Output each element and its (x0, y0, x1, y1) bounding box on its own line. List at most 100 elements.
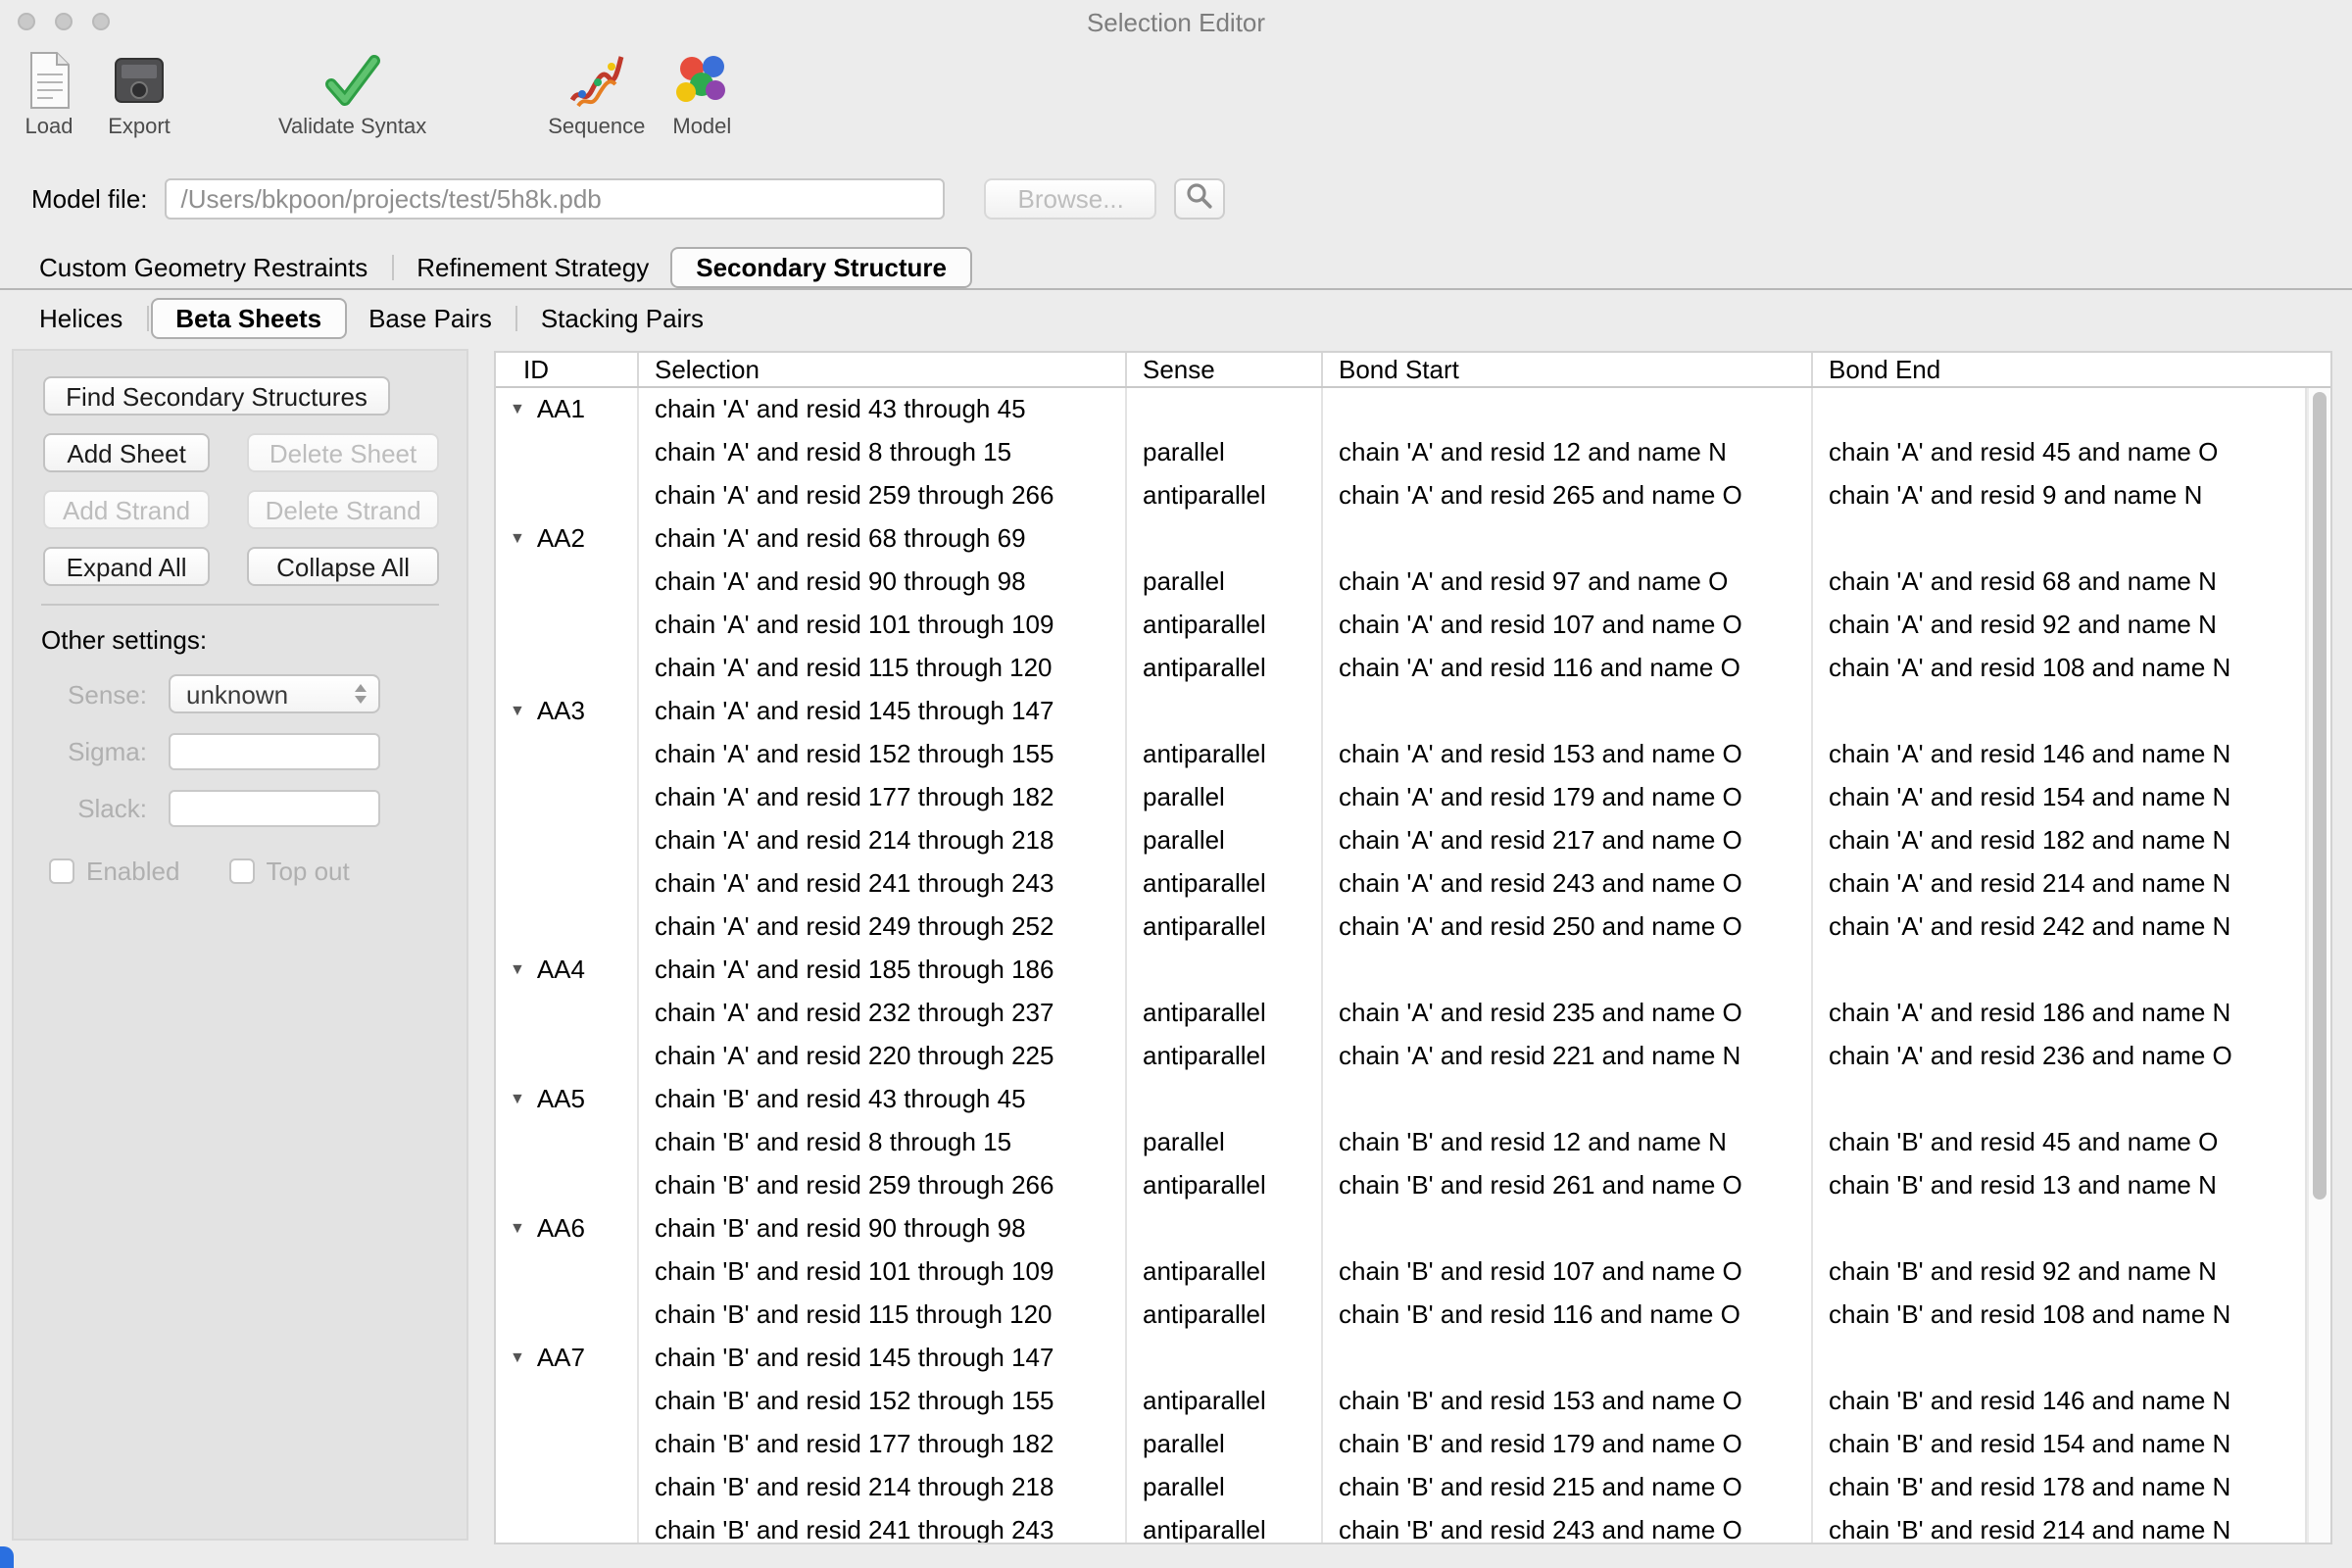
tab-custom-geometry-restraints[interactable]: Custom Geometry Restraints (18, 248, 389, 285)
close-window-icon[interactable] (18, 13, 35, 30)
minimize-window-icon[interactable] (55, 13, 73, 30)
table-row[interactable]: chain 'B' and resid 259 through 266antip… (496, 1164, 2307, 1207)
cell-bond-end: chain 'A' and resid 154 and name N (1813, 776, 2307, 819)
table-group-row[interactable]: ▼AA1chain 'A' and resid 43 through 45 (496, 388, 2307, 431)
table-row[interactable]: chain 'A' and resid 177 through 182paral… (496, 776, 2307, 819)
validate-syntax-button[interactable]: Validate Syntax (278, 47, 426, 139)
tab-stacking-pairs[interactable]: Stacking Pairs (519, 300, 725, 337)
cell-selection: chain 'B' and resid 43 through 45 (639, 1078, 1127, 1121)
table-row[interactable]: chain 'A' and resid 101 through 109antip… (496, 604, 2307, 647)
column-header-id[interactable]: ID (496, 353, 639, 386)
cell-bond-end: chain 'A' and resid 146 and name N (1813, 733, 2307, 776)
table-row[interactable]: chain 'A' and resid 241 through 243antip… (496, 862, 2307, 906)
table-row[interactable]: chain 'A' and resid 152 through 155antip… (496, 733, 2307, 776)
tab-beta-sheets[interactable]: Beta Sheets (150, 298, 347, 339)
model-button[interactable]: Model (668, 47, 735, 139)
table-row[interactable]: chain 'B' and resid 177 through 182paral… (496, 1423, 2307, 1466)
sense-dropdown[interactable]: unknown (169, 674, 380, 713)
column-header-bond-start[interactable]: Bond Start (1323, 353, 1813, 386)
table-group-row[interactable]: ▼AA2chain 'A' and resid 68 through 69 (496, 517, 2307, 561)
enabled-checkbox-label: Enabled (86, 857, 179, 886)
cell-bond-end: chain 'B' and resid 108 and name N (1813, 1294, 2307, 1337)
disclosure-triangle-icon[interactable]: ▼ (510, 1207, 525, 1250)
table-row[interactable]: chain 'B' and resid 8 through 15parallel… (496, 1121, 2307, 1164)
table-group-row[interactable]: ▼AA7chain 'B' and resid 145 through 147 (496, 1337, 2307, 1380)
cell-selection: chain 'B' and resid 90 through 98 (639, 1207, 1127, 1250)
table-group-row[interactable]: ▼AA5chain 'B' and resid 43 through 45 (496, 1078, 2307, 1121)
scrollbar-thumb[interactable] (2313, 392, 2327, 1200)
table-row[interactable]: chain 'A' and resid 220 through 225antip… (496, 1035, 2307, 1078)
top-out-checkbox[interactable]: Top out (228, 857, 349, 886)
column-header-sense[interactable]: Sense (1127, 353, 1323, 386)
table-row[interactable]: chain 'A' and resid 249 through 252antip… (496, 906, 2307, 949)
sequence-button[interactable]: Sequence (548, 47, 645, 139)
top-out-checkbox-box[interactable] (228, 858, 254, 884)
table-row[interactable]: chain 'A' and resid 8 through 15parallel… (496, 431, 2307, 474)
collapse-all-button[interactable]: Collapse All (247, 547, 439, 586)
window-title: Selection Editor (1087, 7, 1265, 36)
enabled-checkbox-box[interactable] (49, 858, 74, 884)
tab-base-pairs[interactable]: Base Pairs (347, 300, 514, 337)
disclosure-triangle-icon[interactable]: ▼ (510, 517, 525, 561)
cell-bond-start: chain 'A' and resid 179 and name O (1323, 776, 1813, 819)
tab-helices[interactable]: Helices (18, 300, 144, 337)
cell-selection: chain 'A' and resid 90 through 98 (639, 561, 1127, 604)
cell-sense: antiparallel (1127, 604, 1323, 647)
cell-sense (1127, 1337, 1323, 1380)
cell-selection: chain 'A' and resid 249 through 252 (639, 906, 1127, 949)
delete-strand-button[interactable]: Delete Strand (247, 490, 439, 529)
table-row[interactable]: chain 'B' and resid 115 through 120antip… (496, 1294, 2307, 1337)
disclosure-triangle-icon[interactable]: ▼ (510, 690, 525, 733)
table-row[interactable]: chain 'B' and resid 241 through 243antip… (496, 1509, 2307, 1543)
table-row[interactable]: chain 'A' and resid 232 through 237antip… (496, 992, 2307, 1035)
table-row[interactable]: chain 'B' and resid 152 through 155antip… (496, 1380, 2307, 1423)
table-group-row[interactable]: ▼AA6chain 'B' and resid 90 through 98 (496, 1207, 2307, 1250)
cell-id (496, 776, 639, 819)
browse-button[interactable]: Browse... (985, 177, 1157, 219)
model-file-input[interactable] (166, 177, 946, 219)
disclosure-triangle-icon[interactable]: ▼ (510, 1078, 525, 1121)
slack-input[interactable] (169, 790, 380, 827)
cell-id (496, 431, 639, 474)
export-button[interactable]: Export (106, 47, 172, 139)
add-strand-button[interactable]: Add Strand (43, 490, 210, 529)
tab-refinement-strategy[interactable]: Refinement Strategy (395, 248, 670, 285)
disclosure-triangle-icon[interactable]: ▼ (510, 1337, 525, 1380)
table-row[interactable]: chain 'A' and resid 115 through 120antip… (496, 647, 2307, 690)
cell-selection: chain 'A' and resid 241 through 243 (639, 862, 1127, 906)
disclosure-triangle-icon[interactable]: ▼ (510, 388, 525, 431)
search-button[interactable] (1175, 177, 1226, 219)
cell-selection: chain 'B' and resid 115 through 120 (639, 1294, 1127, 1337)
table-row[interactable]: chain 'B' and resid 214 through 218paral… (496, 1466, 2307, 1509)
delete-sheet-button[interactable]: Delete Sheet (247, 433, 439, 472)
title-bar: Selection Editor (0, 0, 2352, 43)
sigma-field-row: Sigma: (41, 733, 439, 770)
table-body: ▼AA1chain 'A' and resid 43 through 45cha… (496, 388, 2307, 1543)
table-row[interactable]: chain 'A' and resid 259 through 266antip… (496, 474, 2307, 517)
enabled-checkbox[interactable]: Enabled (49, 857, 179, 886)
column-header-selection[interactable]: Selection (639, 353, 1127, 386)
expand-all-button[interactable]: Expand All (43, 547, 210, 586)
vertical-scrollbar[interactable] (2307, 388, 2330, 1543)
zoom-window-icon[interactable] (92, 13, 110, 30)
sigma-input[interactable] (169, 733, 380, 770)
table-row[interactable]: chain 'B' and resid 101 through 109antip… (496, 1250, 2307, 1294)
tab-secondary-structure[interactable]: Secondary Structure (670, 246, 972, 287)
cell-id: ▼AA1 (496, 388, 639, 431)
cell-sense: antiparallel (1127, 474, 1323, 517)
cell-sense: parallel (1127, 819, 1323, 862)
table-row[interactable]: chain 'A' and resid 90 through 98paralle… (496, 561, 2307, 604)
table-row[interactable]: chain 'A' and resid 214 through 218paral… (496, 819, 2307, 862)
disclosure-triangle-icon[interactable]: ▼ (510, 949, 525, 992)
cell-sense: antiparallel (1127, 1509, 1323, 1543)
cell-id: ▼AA7 (496, 1337, 639, 1380)
sense-dropdown-value: unknown (171, 679, 345, 709)
table-group-row[interactable]: ▼AA4chain 'A' and resid 185 through 186 (496, 949, 2307, 992)
column-header-bond-end[interactable]: Bond End (1813, 353, 2330, 386)
find-secondary-structures-button[interactable]: Find Secondary Structures (43, 376, 390, 416)
add-sheet-button[interactable]: Add Sheet (43, 433, 210, 472)
cell-bond-end: chain 'A' and resid 236 and name O (1813, 1035, 2307, 1078)
cell-bond-start: chain 'A' and resid 243 and name O (1323, 862, 1813, 906)
load-button[interactable]: Load (16, 47, 82, 139)
table-group-row[interactable]: ▼AA3chain 'A' and resid 145 through 147 (496, 690, 2307, 733)
